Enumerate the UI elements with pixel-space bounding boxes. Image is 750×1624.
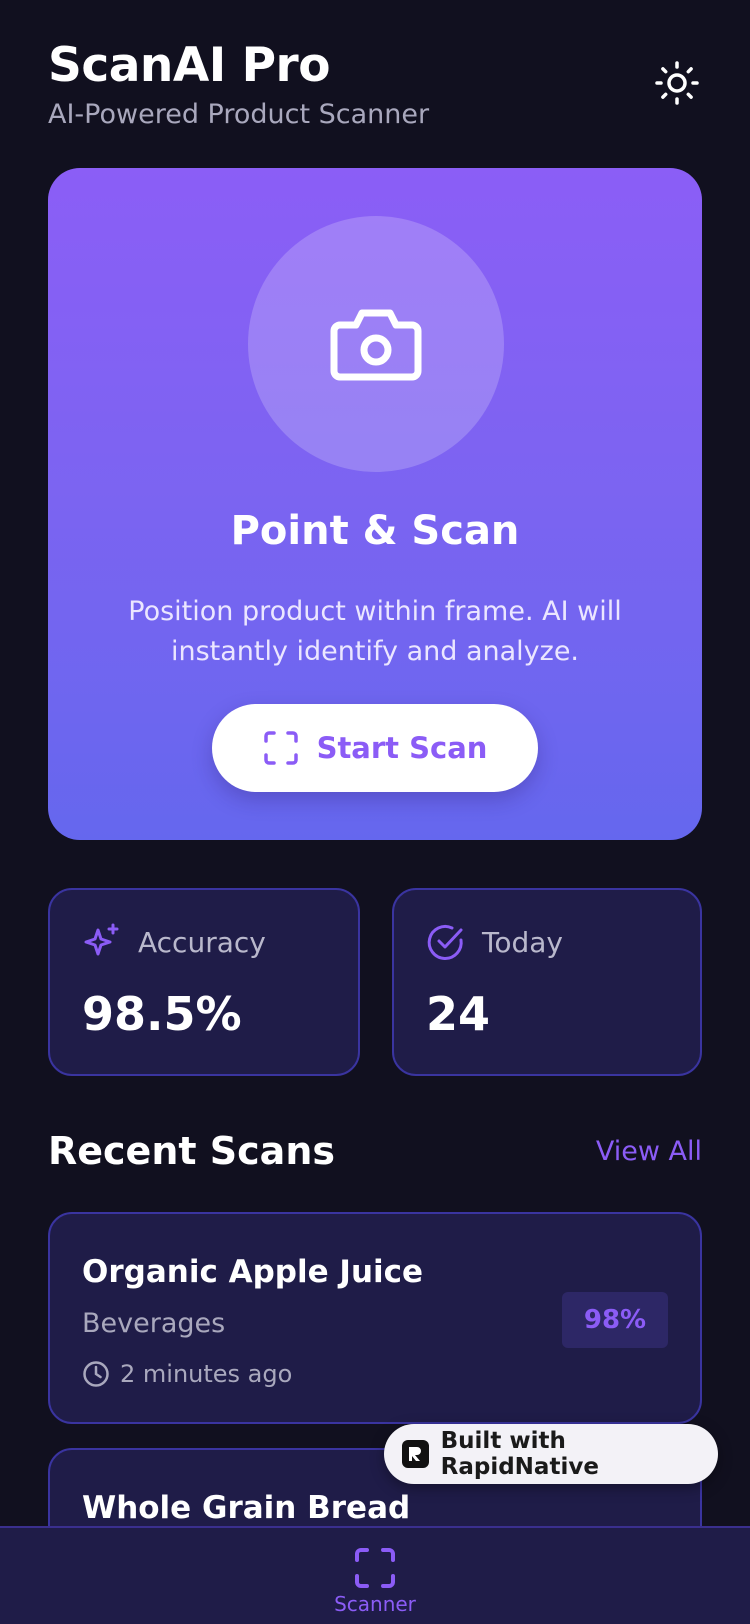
camera-circle[interactable] — [248, 216, 504, 472]
start-scan-label: Start Scan — [316, 731, 488, 765]
app-title: ScanAI Pro — [48, 38, 331, 93]
nav-item-scanner[interactable]: Scanner — [325, 1546, 425, 1624]
header: ScanAI Pro AI-Powered Product Scanner — [48, 38, 702, 138]
stat-card-accuracy: Accuracy 98.5% — [48, 888, 360, 1076]
rapidnative-logo-icon — [402, 1440, 429, 1468]
built-with-label: Built with RapidNative — [440, 1428, 599, 1480]
recent-scans-title: Recent Scans — [48, 1129, 335, 1173]
start-scan-button[interactable]: Start Scan — [212, 704, 538, 792]
scan-hero-card: Point & Scan Position product within fra… — [48, 168, 702, 840]
view-all-link[interactable]: View All — [596, 1134, 702, 1170]
hero-description: Position product within frame. AI will i… — [128, 596, 622, 667]
camera-icon — [330, 309, 422, 381]
scan-frame-icon — [263, 731, 298, 765]
hero-title: Point & Scan — [230, 508, 520, 554]
app-subtitle: AI-Powered Product Scanner — [48, 99, 430, 130]
bottom-nav: Scanner — [0, 1526, 750, 1624]
scan-item-category: Beverages — [82, 1308, 226, 1339]
scan-frame-icon — [355, 1548, 395, 1588]
theme-toggle-button[interactable] — [652, 58, 702, 108]
nav-label-scanner: Scanner — [334, 1592, 416, 1616]
stat-card-today: Today 24 — [392, 888, 702, 1076]
stat-label-accuracy: Accuracy — [138, 925, 266, 959]
scan-item-time-row: 2 minutes ago — [82, 1360, 292, 1388]
app-screen: ScanAI Pro AI-Powered Product Scanner Po… — [0, 0, 750, 1624]
built-with-badge[interactable]: Built with RapidNative — [384, 1424, 718, 1484]
scan-item-time: 2 minutes ago — [120, 1360, 293, 1388]
scan-item-name: Organic Apple Juice — [82, 1254, 424, 1290]
sun-icon — [655, 61, 699, 105]
clock-icon — [83, 1361, 109, 1387]
check-circle-icon — [427, 924, 463, 960]
sparkles-icon — [84, 923, 119, 956]
scan-item-name: Whole Grain Bread — [82, 1490, 411, 1526]
stat-value-accuracy: 98.5% — [82, 987, 242, 1041]
confidence-badge: 98% — [562, 1292, 668, 1348]
stat-value-today: 24 — [426, 987, 491, 1041]
stat-label-today: Today — [482, 925, 563, 959]
scan-list-item[interactable]: Organic Apple Juice Beverages 2 minutes … — [48, 1212, 702, 1424]
